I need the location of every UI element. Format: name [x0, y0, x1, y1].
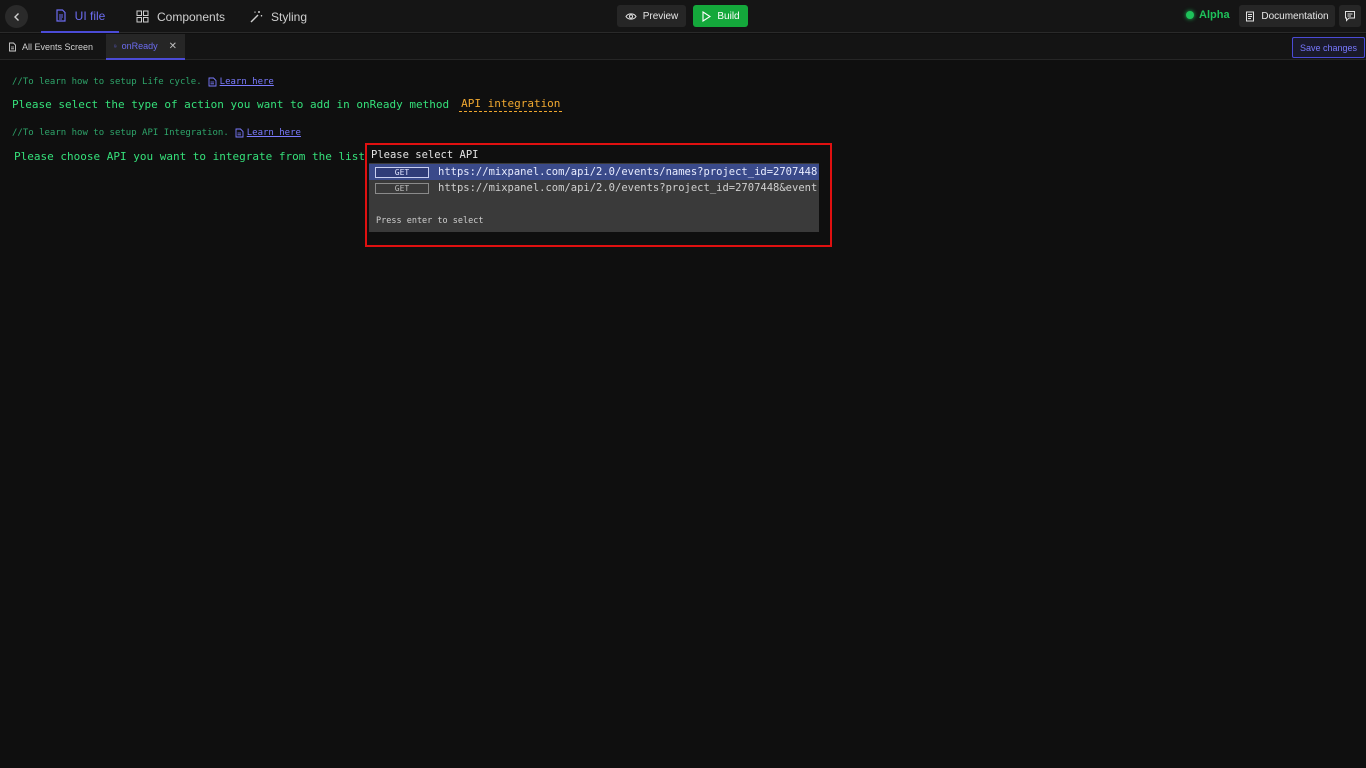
- document-icon: [1246, 11, 1255, 21]
- file-tab-bar: All Events Screen onReady ✕ Save changes: [0, 34, 1366, 60]
- file-tab-onready[interactable]: onReady ✕: [106, 34, 185, 60]
- api-choose-prompt: Please choose API you want to integrate …: [14, 150, 365, 163]
- http-method-badge: GET: [375, 166, 429, 178]
- action-type-prompt: Please select the type of action you wan…: [12, 97, 563, 112]
- feedback-button[interactable]: [1339, 5, 1361, 27]
- selected-action-value[interactable]: API integration: [459, 97, 563, 112]
- tab-styling[interactable]: Styling: [249, 0, 307, 33]
- tab-ui-file[interactable]: UI file: [41, 0, 119, 33]
- chat-icon: [1345, 11, 1355, 22]
- preview-button[interactable]: Preview: [617, 5, 686, 27]
- http-method-badge: GET: [375, 182, 429, 194]
- file-tab-label: All Events Screen: [22, 42, 94, 52]
- close-icon[interactable]: ✕: [169, 41, 177, 52]
- api-option[interactable]: GET https://mixpanel.com/api/2.0/events?…: [369, 180, 819, 196]
- status-badge: Alpha: [1186, 9, 1230, 21]
- chevron-left-icon: [13, 12, 19, 21]
- file-icon: [114, 44, 117, 48]
- file-icon: [9, 42, 16, 52]
- magic-wand-icon: [250, 10, 263, 22]
- api-url: https://mixpanel.com/api/2.0/events?proj…: [438, 182, 818, 194]
- api-select-list[interactable]: GET https://mixpanel.com/api/2.0/events/…: [369, 163, 819, 232]
- back-button[interactable]: [5, 5, 28, 28]
- tab-styling-label: Styling: [271, 9, 308, 24]
- learn-here-link-lifecycle[interactable]: Learn here: [208, 77, 274, 87]
- lifecycle-comment: //To learn how to setup Life cycle. Lear…: [12, 77, 274, 87]
- prompt-text: Please choose API you want to integrate …: [14, 150, 365, 163]
- api-integration-comment: //To learn how to setup API Integration.…: [12, 128, 301, 138]
- learn-here-link-api[interactable]: Learn here: [235, 128, 301, 138]
- top-bar: UI file Components Styling Preview Build…: [0, 0, 1366, 33]
- prompt-text: Please select the type of action you wan…: [12, 98, 450, 111]
- file-tab-all-events-screen[interactable]: All Events Screen: [0, 34, 101, 60]
- select-hint: Press enter to select: [376, 216, 484, 226]
- grid-icon: [136, 10, 149, 23]
- learn-here-label: Learn here: [246, 128, 301, 138]
- documentation-label: Documentation: [1261, 10, 1329, 22]
- api-select-title: Please select API: [371, 149, 479, 161]
- tab-components[interactable]: Components: [136, 0, 225, 33]
- save-changes-button[interactable]: Save changes: [1292, 37, 1365, 58]
- status-dot-icon: [1186, 11, 1194, 19]
- documentation-button[interactable]: Documentation: [1239, 5, 1335, 27]
- api-url: https://mixpanel.com/api/2.0/events/name…: [438, 166, 818, 178]
- build-button[interactable]: Build: [693, 5, 748, 27]
- status-label: Alpha: [1199, 9, 1230, 21]
- learn-here-label: Learn here: [219, 77, 274, 87]
- preview-label: Preview: [642, 10, 679, 22]
- api-option[interactable]: GET https://mixpanel.com/api/2.0/events/…: [369, 164, 819, 180]
- tab-components-label: Components: [157, 9, 226, 24]
- play-icon: [702, 10, 712, 22]
- document-icon: [208, 77, 217, 87]
- comment-text: //To learn how to setup Life cycle.: [12, 77, 202, 87]
- tab-ui-file-label: UI file: [74, 8, 106, 23]
- comment-text: //To learn how to setup API Integration.: [12, 128, 229, 138]
- eye-icon: [625, 12, 637, 20]
- document-icon: [235, 128, 244, 138]
- file-icon: [56, 9, 66, 22]
- file-tab-label: onReady: [121, 41, 158, 51]
- build-label: Build: [717, 10, 740, 22]
